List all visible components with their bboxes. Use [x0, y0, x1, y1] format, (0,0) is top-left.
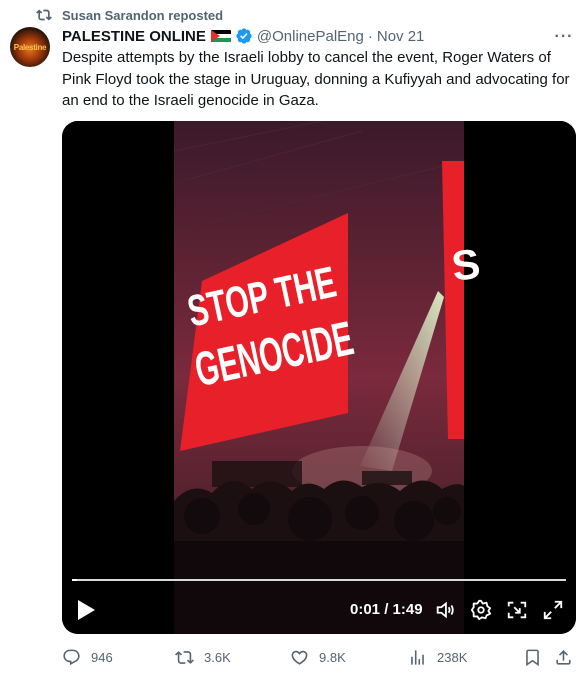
repost-button[interactable]: 3.6K — [175, 645, 231, 669]
views-count: 238K — [437, 649, 468, 665]
avatar-text: Palestine — [13, 42, 47, 52]
tweet-text: Despite attempts by the Israeli lobby to… — [62, 49, 570, 109]
video-progress-bar[interactable] — [72, 579, 566, 581]
share-button[interactable] — [554, 645, 573, 669]
repost-context[interactable]: Susan Sarandon reposted — [36, 6, 223, 24]
display-name[interactable]: PALESTINE ONLINE — [62, 28, 206, 45]
share-icon — [556, 649, 571, 665]
screen-text-layer: STOP THE GENOCIDE — [183, 257, 357, 397]
reply-icon — [63, 649, 80, 665]
volume-icon[interactable] — [434, 599, 456, 621]
tweet-header: PALESTINE ONLINE @OnlinePalEng · Nov 21 — [62, 26, 424, 46]
views-chart-icon — [411, 649, 424, 665]
avatar[interactable]: Palestine — [10, 27, 50, 67]
separator: · — [367, 27, 373, 45]
repost-icon — [175, 650, 194, 664]
handle[interactable]: @OnlinePalEng — [257, 28, 364, 45]
like-count: 9.8K — [319, 649, 346, 665]
post-date[interactable]: Nov 21 — [377, 28, 425, 45]
reply-button[interactable]: 946 — [62, 645, 113, 669]
fullscreen-icon[interactable] — [542, 599, 564, 621]
repost-icon — [36, 9, 52, 21]
picture-in-picture-icon[interactable] — [506, 599, 528, 621]
action-bar: 946 3.6K 9.8K 238K — [62, 645, 577, 669]
more-options-icon[interactable]: ··· — [554, 27, 574, 47]
video-player[interactable]: S STOP THE GENOCIDE 0:01 / 1:49 — [62, 121, 576, 634]
palestine-flag-icon — [210, 29, 231, 43]
heart-icon — [291, 650, 308, 665]
video-time: 0:01 / 1:49 — [350, 601, 423, 618]
settings-icon[interactable] — [470, 599, 492, 621]
like-button[interactable]: 9.8K — [290, 645, 346, 669]
repost-text: Susan Sarandon reposted — [62, 7, 224, 23]
reply-count: 946 — [91, 649, 113, 665]
bookmark-icon — [526, 649, 539, 666]
verified-badge-icon[interactable] — [235, 27, 253, 45]
bookmark-button[interactable] — [523, 645, 542, 669]
views-button[interactable]: 238K — [408, 645, 467, 669]
repost-count: 3.6K — [204, 649, 231, 665]
play-icon[interactable] — [76, 599, 96, 621]
video-progress-fill — [72, 579, 77, 581]
